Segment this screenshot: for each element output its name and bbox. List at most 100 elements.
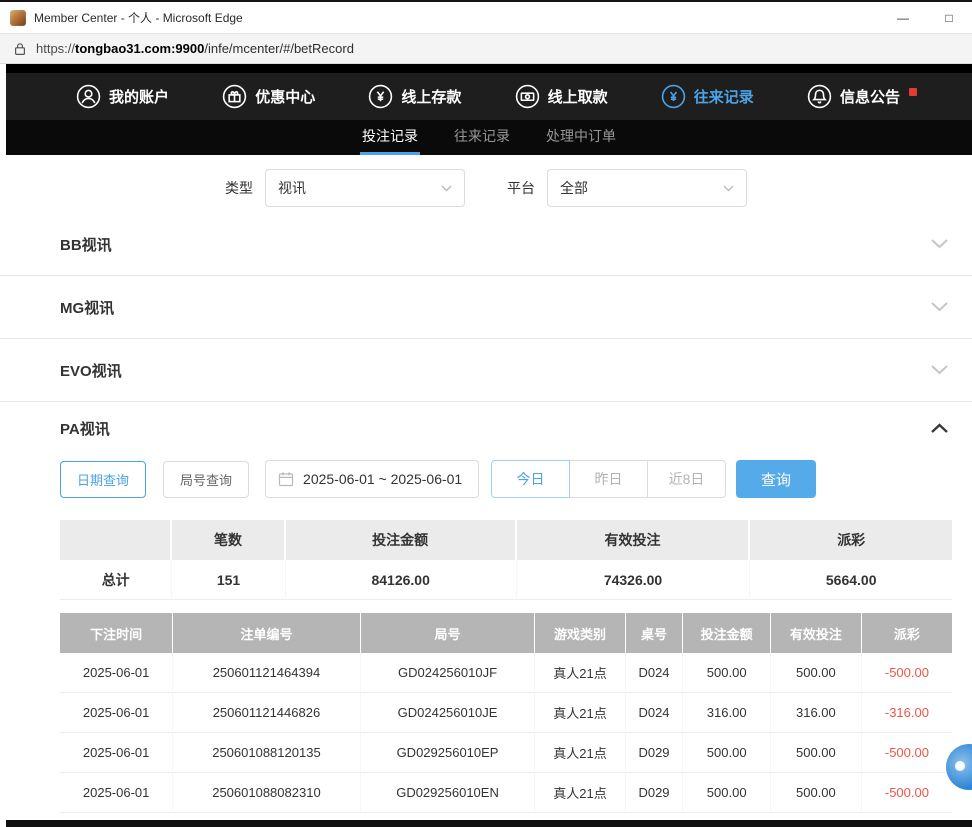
type-select[interactable]: 视讯 bbox=[265, 169, 465, 207]
nav-item-my-account[interactable]: 我的账户 bbox=[76, 84, 169, 109]
lock-icon bbox=[14, 42, 26, 56]
table-cell: 500.00 bbox=[771, 653, 862, 693]
last-8-days-button[interactable]: 近8日 bbox=[647, 460, 726, 498]
section-title: BB视讯 bbox=[60, 234, 112, 255]
bet-table-header-cell: 投注金额 bbox=[683, 613, 770, 653]
bet-table-header-cell: 桌号 bbox=[626, 613, 684, 653]
calendar-icon bbox=[278, 471, 294, 487]
table-cell: 500.00 bbox=[683, 773, 770, 813]
bet-table-header-cell: 下注时间 bbox=[60, 613, 173, 653]
chevron-down-icon bbox=[931, 239, 948, 249]
table-cell: 250601088082310 bbox=[173, 773, 360, 813]
table-cell: GD024256010JE bbox=[361, 693, 536, 733]
table-cell: GD024256010JF bbox=[361, 653, 536, 693]
search-button[interactable]: 查询 bbox=[736, 460, 816, 498]
yen-transfer-icon bbox=[661, 84, 686, 109]
address-bar[interactable]: https://tongbao31.com:9900/infe/mcenter/… bbox=[0, 34, 972, 64]
table-cell: -500.00 bbox=[862, 773, 952, 813]
query-toolbar: 日期查询 局号查询 2025-06-01 ~ 2025-06-01 今日 昨日 … bbox=[60, 460, 952, 498]
nav-item-withdraw[interactable]: 线上取款 bbox=[515, 84, 608, 109]
table-cell: D024 bbox=[626, 653, 684, 693]
table-cell: 2025-06-01 bbox=[60, 653, 173, 693]
restore-button[interactable]: □ bbox=[926, 2, 972, 33]
bet-table-header-cell: 有效投注 bbox=[771, 613, 862, 653]
gift-icon bbox=[222, 84, 247, 109]
summary-header-cell: 投注金额 bbox=[286, 520, 517, 560]
bet-table-header-cell: 派彩 bbox=[862, 613, 952, 653]
chevron-down-icon bbox=[931, 365, 948, 375]
table-cell: -500.00 bbox=[862, 653, 952, 693]
bottom-bar bbox=[6, 820, 972, 827]
nav-item-announcements[interactable]: 信息公告 bbox=[807, 84, 917, 109]
chevron-down-icon bbox=[931, 302, 948, 312]
page-header: 我的账户 优惠中心 线上存款 线上取款 bbox=[6, 64, 972, 155]
main-nav: 我的账户 优惠中心 线上存款 线上取款 bbox=[6, 64, 972, 120]
tab-bet-records[interactable]: 投注记录 bbox=[360, 120, 420, 155]
summary-header-cell: 派彩 bbox=[750, 520, 952, 560]
banknote-icon bbox=[515, 84, 540, 109]
date-query-button[interactable]: 日期查询 bbox=[60, 461, 146, 498]
summary-value: 84126.00 bbox=[286, 560, 517, 600]
summary-value: 151 bbox=[172, 560, 285, 600]
pa-section-content: 日期查询 局号查询 2025-06-01 ~ 2025-06-01 今日 昨日 … bbox=[0, 460, 972, 813]
minimize-button[interactable]: — bbox=[880, 2, 926, 33]
section-mg-video[interactable]: MG视讯 bbox=[0, 276, 972, 339]
table-cell: D029 bbox=[626, 733, 684, 773]
table-row: 2025-06-01250601088082310GD029256010EN真人… bbox=[60, 773, 952, 813]
bell-icon bbox=[807, 84, 832, 109]
round-query-button[interactable]: 局号查询 bbox=[163, 461, 249, 498]
table-cell: 真人21点 bbox=[535, 733, 625, 773]
summary-header-cell bbox=[60, 520, 172, 560]
tab-transaction-records[interactable]: 往来记录 bbox=[452, 120, 512, 155]
chevron-down-icon bbox=[441, 185, 452, 192]
section-title: EVO视讯 bbox=[60, 360, 122, 381]
nav-item-promotions[interactable]: 优惠中心 bbox=[222, 84, 315, 109]
today-button[interactable]: 今日 bbox=[491, 460, 570, 498]
date-range-picker[interactable]: 2025-06-01 ~ 2025-06-01 bbox=[265, 460, 479, 498]
summary-table: 笔数投注金额有效投注派彩 总计15184126.0074326.005664.0… bbox=[60, 520, 952, 600]
url-text[interactable]: https://tongbao31.com:9900/infe/mcenter/… bbox=[36, 41, 354, 56]
bet-table-header-cell: 注单编号 bbox=[173, 613, 360, 653]
nav-item-label: 往来记录 bbox=[694, 86, 754, 107]
page-content: 类型 视讯 平台 全部 BB视讯 MG视讯 EVO视讯 PA视讯 bbox=[0, 155, 972, 813]
nav-item-records[interactable]: 往来记录 bbox=[661, 84, 754, 109]
platform-label: 平台 bbox=[507, 178, 535, 198]
section-bb-video[interactable]: BB视讯 bbox=[0, 213, 972, 276]
yesterday-button[interactable]: 昨日 bbox=[569, 460, 648, 498]
section-pa-video[interactable]: PA视讯 bbox=[0, 402, 972, 454]
bet-table-header-cell: 局号 bbox=[361, 613, 536, 653]
provider-sections: BB视讯 MG视讯 EVO视讯 PA视讯 日期查询 局号查询 bbox=[0, 213, 972, 813]
section-evo-video[interactable]: EVO视讯 bbox=[0, 339, 972, 402]
type-select-value: 视讯 bbox=[278, 178, 306, 198]
summary-header-row: 笔数投注金额有效投注派彩 bbox=[60, 520, 952, 560]
summary-header-cell: 笔数 bbox=[172, 520, 285, 560]
summary-total-row: 总计15184126.0074326.005664.00 bbox=[60, 560, 952, 600]
url-host: tongbao31.com:9900 bbox=[75, 41, 204, 56]
table-cell: D024 bbox=[626, 693, 684, 733]
nav-item-deposit[interactable]: 线上存款 bbox=[368, 84, 461, 109]
bet-table-header-cell: 游戏类别 bbox=[535, 613, 625, 653]
table-cell: 2025-06-01 bbox=[60, 693, 173, 733]
nav-item-label: 线上取款 bbox=[548, 86, 608, 107]
table-cell: D029 bbox=[626, 773, 684, 813]
nav-item-label: 优惠中心 bbox=[255, 86, 315, 107]
tab-label: 往来记录 bbox=[454, 126, 510, 146]
coin-yen-icon bbox=[368, 84, 393, 109]
table-row: 2025-06-01250601088120135GD029256010EP真人… bbox=[60, 733, 952, 773]
chevron-down-icon bbox=[723, 185, 734, 192]
tab-label: 处理中订单 bbox=[546, 126, 616, 146]
quick-range-group: 今日 昨日 近8日 bbox=[491, 460, 726, 498]
bet-records-table: 下注时间注单编号局号游戏类别桌号投注金额有效投注派彩 2025-06-01250… bbox=[60, 613, 952, 813]
nav-item-label: 信息公告 bbox=[840, 86, 900, 107]
url-scheme: https:// bbox=[36, 41, 75, 56]
platform-select[interactable]: 全部 bbox=[547, 169, 747, 207]
date-range-value: 2025-06-01 ~ 2025-06-01 bbox=[303, 471, 462, 487]
notification-badge bbox=[909, 88, 917, 96]
table-cell: 真人21点 bbox=[535, 693, 625, 733]
tab-processing-orders[interactable]: 处理中订单 bbox=[544, 120, 618, 155]
table-cell: 316.00 bbox=[771, 693, 862, 733]
table-cell: 真人21点 bbox=[535, 773, 625, 813]
nav-item-label: 线上存款 bbox=[401, 86, 461, 107]
window-titlebar: Member Center - 个人 - Microsoft Edge — □ bbox=[0, 0, 972, 34]
summary-value: 74326.00 bbox=[517, 560, 751, 600]
